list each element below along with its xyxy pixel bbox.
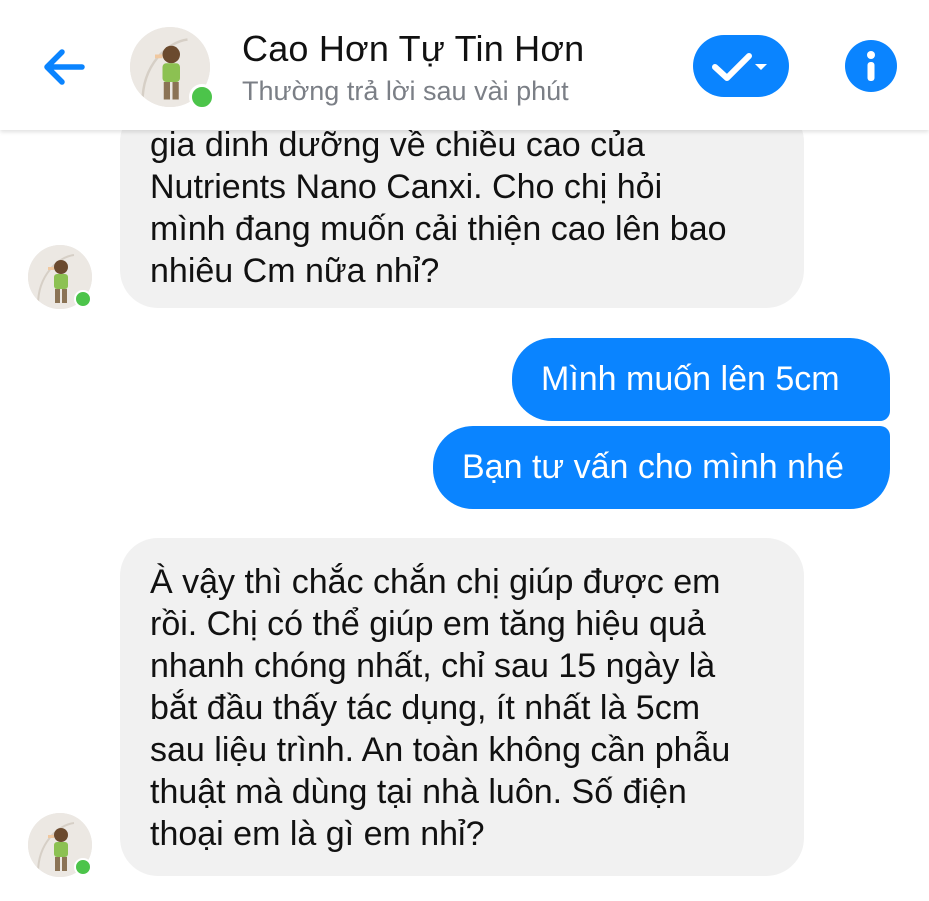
- message-line: mình đang muốn cải thiện cao lên bao: [150, 210, 727, 248]
- message-line: nhiêu Cm nữa nhỉ?: [150, 252, 440, 290]
- message-bubble-outgoing[interactable]: Bạn tư vấn cho mình nhé: [433, 426, 890, 509]
- message-line: thoại em là gì em nhỉ?: [150, 815, 485, 853]
- message-line: rồi. Chị có thể giúp em tăng hiệu quả: [150, 605, 706, 643]
- message-line: gia dinh dưỡng về chiều cao của: [150, 126, 645, 164]
- message-bubble-incoming[interactable]: gia dinh dưỡng về chiều cao của Nutrient…: [120, 104, 804, 308]
- message-line: nhanh chóng nhất, chỉ sau 15 ngày là: [150, 647, 716, 685]
- arrow-left-icon: [44, 49, 85, 85]
- message-line: sau liệu trình. An toàn không cần phẫu: [150, 731, 731, 769]
- online-status-dot: [74, 290, 92, 308]
- message-line: À vậy thì chắc chắn chị giúp được em: [150, 563, 721, 601]
- mark-done-button[interactable]: [693, 35, 789, 97]
- message-text: Bạn tư vấn cho mình nhé: [462, 448, 844, 486]
- response-time-status: Thường trả lời sau vài phút: [242, 76, 569, 106]
- message-bubble-outgoing[interactable]: Mình muốn lên 5cm: [512, 338, 890, 421]
- online-status-dot: [74, 858, 92, 876]
- message-line: thuật mà dùng tại nhà luôn. Số điện: [150, 773, 687, 811]
- check-dropdown-icon: [712, 53, 767, 81]
- conversation-header: Cao Hơn Tự Tin Hơn Thường trả lời sau và…: [0, 0, 929, 130]
- online-status-dot: [189, 84, 215, 110]
- message-bubble-incoming[interactable]: À vậy thì chắc chắn chị giúp được em rồi…: [120, 538, 804, 876]
- message-line: bắt đầu thấy tác dụng, ít nhất là 5cm: [150, 689, 701, 727]
- info-icon: [867, 51, 875, 81]
- conversation-title[interactable]: Cao Hơn Tự Tin Hơn: [242, 28, 584, 70]
- message-line: Nutrients Nano Canxi. Cho chị hỏi: [150, 168, 663, 206]
- message-text: Mình muốn lên 5cm: [541, 360, 840, 398]
- info-button[interactable]: [845, 40, 897, 92]
- back-button[interactable]: [38, 40, 92, 94]
